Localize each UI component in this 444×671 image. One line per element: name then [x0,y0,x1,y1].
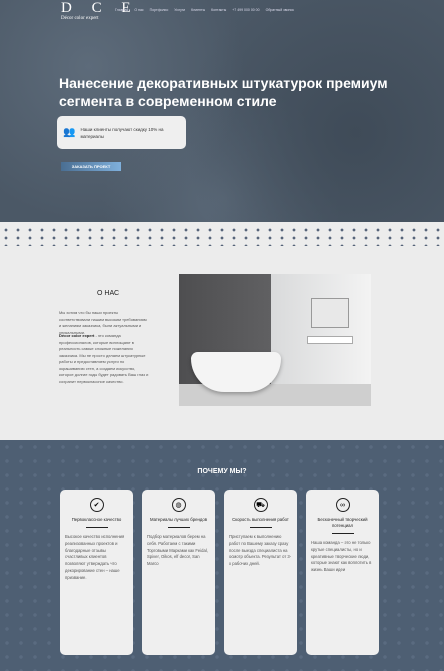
truck-icon: ⛟ [253,498,268,512]
why-us-section: ПОЧЕМУ МЫ? ✔ Первоклассное качество Высо… [0,440,444,671]
about-title: О НАС [97,290,120,297]
dots-divider [0,226,444,246]
card-title: Бесконечный творческий потенциал [317,517,368,528]
hero-section: D C E Décor color expert Главная О нас П… [0,0,444,222]
feature-card: ✔ Первоклассное качество Высокое качеств… [60,490,133,655]
main-nav: Главная О нас Портфолио Услуги Клиенты К… [115,8,294,12]
order-project-button[interactable]: ЗАКАЗАТЬ ПРОЕКТ [61,162,121,171]
feature-card: ⛟ Скорость выполнения работ Приступаем к… [224,490,297,655]
nav-home[interactable]: Главная [115,8,128,12]
globe-icon: ◍ [171,498,186,512]
divider [249,527,272,528]
why-title: ПОЧЕМУ МЫ? [197,468,247,475]
card-text: Подбор материалов берем на себя. Работае… [147,534,208,567]
sink-shape [307,336,353,344]
about-paragraph-2-text: - это команда профессионалов, которые во… [59,333,149,384]
promo-text: Наши клиенты получают скидку 10% на мате… [80,126,164,139]
card-text: Приступаем к выполнению работ по Вашему … [229,534,292,567]
nav-contacts[interactable]: Контакты [211,8,226,12]
feature-card: ◍ Материалы лучших брендов Подбор матери… [142,490,215,655]
promo-box: 👥 Наши клиенты получают скидку 10% на ма… [57,116,186,149]
check-icon: ✔ [89,498,104,512]
card-title: Скорость выполнения работ [232,517,289,522]
card-text: Наша команда – это не только крутые спец… [311,540,372,573]
nav-portfolio[interactable]: Портфолио [150,8,169,12]
mirror-shape [311,298,349,328]
nav-about[interactable]: О нас [134,8,143,12]
hero-title: Нанесение декоративных штукатурок премиу… [59,75,388,109]
logo-subtitle: Décor color expert [61,16,99,21]
brand-name: Décor color expert [59,333,95,338]
nav-callback[interactable]: Обратный звонок [266,8,294,12]
nav-clients[interactable]: Клиенты [191,8,205,12]
infinity-icon: ∞ [335,498,350,512]
card-text: Высокое качество исполнения реализованны… [65,534,125,580]
divider [85,527,108,528]
about-paragraph-2: Décor color expert - это команда професс… [59,333,149,385]
nav-phone[interactable]: +7 499 000 00 00 [232,8,259,12]
nav-services[interactable]: Услуги [174,8,185,12]
card-title: Материалы лучших брендов [149,517,208,522]
divider [167,527,190,528]
card-title: Первоклассное качество [71,517,122,522]
divider [331,533,354,534]
users-icon: 👥 [63,127,76,138]
feature-card: ∞ Бесконечный творческий потенциал Наша … [306,490,379,655]
bathroom-photo [179,274,371,406]
